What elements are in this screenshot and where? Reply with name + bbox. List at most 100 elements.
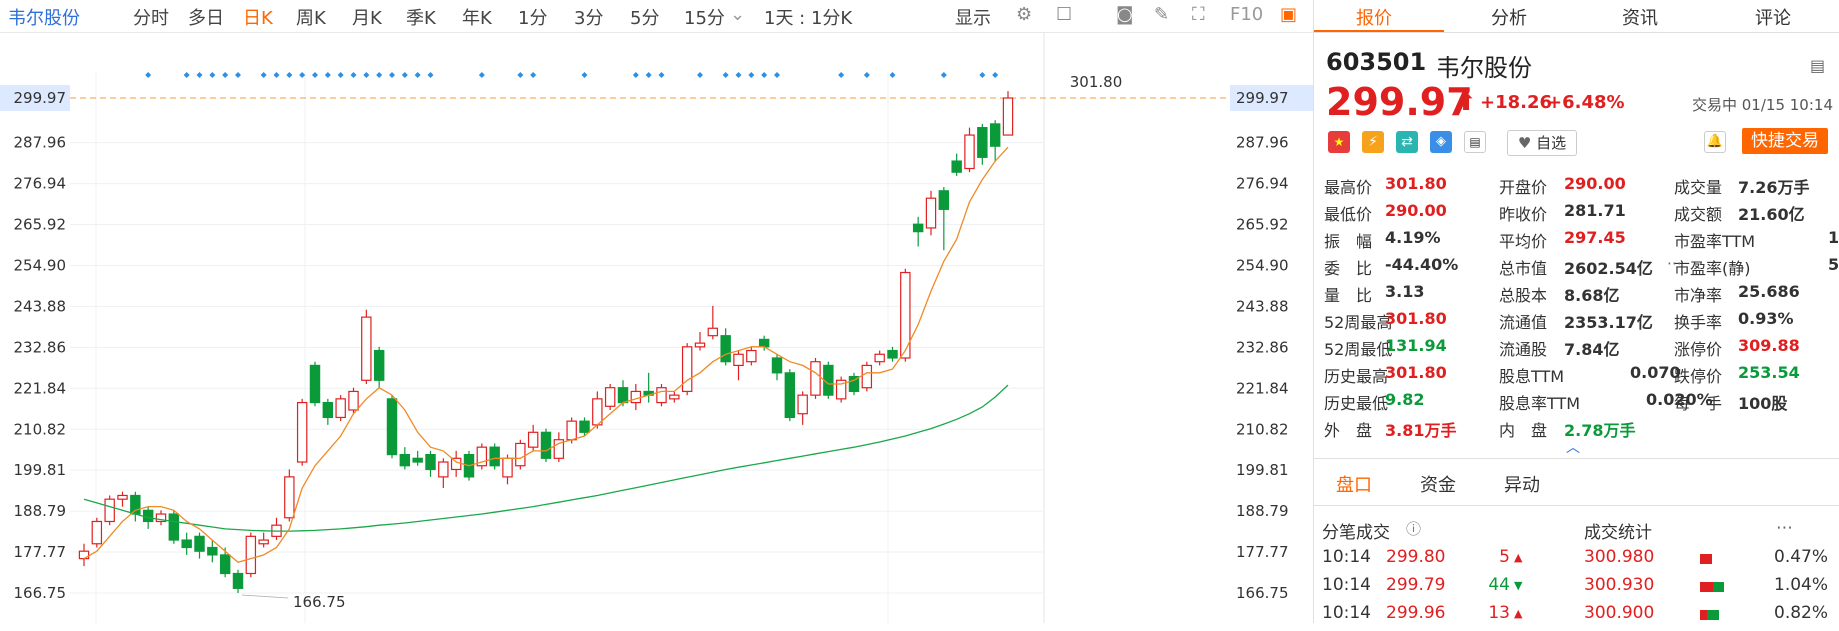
detail-subtabs: 盘口 资金 异动 — [1314, 458, 1839, 506]
undo-icon[interactable]: ↶ — [1231, 40, 1245, 60]
event-marker-icon — [838, 72, 845, 78]
y-tick-label-left: 199.81 — [14, 461, 67, 479]
stat-pct: 0.82% — [1774, 603, 1829, 623]
event-marker-icon — [940, 72, 947, 78]
y-tick-label-right: 177.77 — [1236, 543, 1289, 561]
note-icon[interactable]: ▤ — [1464, 131, 1486, 153]
tab-period-7[interactable]: 1分 — [518, 4, 547, 30]
candle-down — [399, 453, 411, 467]
ticks-title: 分笔成交 — [1322, 523, 1390, 543]
tick-volume: 13 — [1488, 603, 1510, 623]
event-marker-icon — [337, 72, 344, 78]
tab-news[interactable]: 资讯 — [1622, 4, 1658, 30]
tab-period-10[interactable]: 15分 — [684, 4, 725, 30]
field-label: 历史最低 — [1324, 394, 1389, 413]
square-icon[interactable]: ☐ — [1056, 4, 1072, 25]
collapse-icon[interactable]: ▤ — [1810, 56, 1825, 75]
tab-period-8[interactable]: 3分 — [574, 4, 603, 30]
field-value: 100股 — [1738, 394, 1788, 413]
field-value: -44.40% — [1385, 255, 1459, 274]
tab-capital[interactable]: 资金 — [1420, 471, 1456, 497]
low-annotation: 166.75 — [293, 593, 346, 611]
display-menu[interactable]: 显示 — [955, 4, 991, 30]
candle-up — [694, 342, 706, 348]
field-label: 平均价 — [1499, 232, 1548, 251]
stat-bar-buy — [1700, 610, 1707, 620]
settings-gear-icon[interactable]: ⚙ — [1016, 4, 1032, 25]
candle-up — [502, 457, 513, 478]
zoom-out-icon[interactable]: ⊖ — [1256, 40, 1270, 60]
zoom-in-icon[interactable]: ⊕ — [1283, 40, 1297, 60]
event-marker-icon — [363, 72, 370, 78]
tab-period-2[interactable]: 日K — [243, 4, 273, 30]
y-tick-label-right: 287.96 — [1236, 134, 1289, 152]
more-icon[interactable]: ⋯ — [1776, 518, 1793, 538]
field-label: 市盈率(静) — [1674, 259, 1751, 278]
shuffle-icon[interactable]: ⇄ — [1396, 131, 1418, 153]
tick-price: 299.80 — [1386, 547, 1446, 567]
candle-down — [168, 513, 180, 541]
field-value: 2602.54亿 — [1564, 259, 1653, 278]
y-tick-label-right: 254.90 — [1236, 256, 1289, 274]
more-icon[interactable]: ⋯ — [1667, 254, 1682, 272]
stock-code: 603501 — [1326, 48, 1427, 76]
candle-up — [348, 390, 359, 411]
quick-trade-button[interactable]: 快捷交易 — [1742, 128, 1828, 154]
y-tick-label-right: 210.82 — [1236, 420, 1289, 438]
chevron-up-icon[interactable]: ︿ — [1566, 437, 1580, 457]
stock-name-tab[interactable]: 韦尔股份 — [8, 4, 80, 30]
field-value: 25.686 — [1738, 282, 1800, 301]
y-tick-label-left: 221.84 — [14, 379, 67, 397]
bell-icon[interactable]: 🔔 — [1704, 131, 1726, 153]
add-favorite-button[interactable]: ♥ 自选 — [1507, 130, 1577, 156]
tab-period-3[interactable]: 周K — [296, 4, 326, 30]
event-marker-icon — [581, 72, 588, 78]
tab-period-4[interactable]: 月K — [352, 4, 382, 30]
tab-period-1[interactable]: 多日 — [188, 4, 224, 30]
camera-icon[interactable]: ◙ — [1116, 4, 1133, 25]
tag-icon[interactable]: ◈ — [1430, 131, 1452, 153]
stat-price: 300.980 — [1584, 547, 1655, 567]
stat-bar-buy — [1700, 582, 1713, 592]
y-tick-label-right: 166.75 — [1236, 584, 1289, 602]
event-marker-icon — [273, 72, 280, 78]
tab-quote[interactable]: 报价 — [1356, 4, 1392, 30]
up-arrow-icon: ▲ — [322, 42, 331, 55]
tab-analysis[interactable]: 分析 — [1491, 4, 1527, 30]
adjust-select[interactable]: 前复权 — [1156, 40, 1207, 65]
china-flag-icon[interactable]: ★ — [1328, 131, 1350, 153]
ma-label[interactable]: MA — [152, 42, 175, 60]
pen-icon[interactable]: ✎ — [1154, 4, 1169, 25]
field-value: 558.60 — [1828, 255, 1839, 274]
tab-comments[interactable]: 评论 — [1755, 4, 1791, 30]
tab-anomaly[interactable]: 异动 — [1504, 471, 1540, 497]
tab-period-5[interactable]: 季K — [406, 4, 436, 30]
field-label: 量 比 — [1324, 286, 1373, 305]
candle-up — [566, 420, 577, 441]
ma-settings-icon[interactable]: ⚙ — [84, 42, 97, 60]
tick-volume: 5 — [1499, 547, 1510, 567]
quote-panel: 报价 分析 资讯 评论 603501 韦尔股份 ▤ 299.97 ⬆ +18.2… — [1313, 0, 1839, 623]
chevron-down-icon[interactable]: ⌄ — [730, 4, 745, 25]
y-tick-label-left: 210.82 — [14, 420, 67, 438]
panel-toggle-icon[interactable]: ▣ — [1280, 4, 1297, 25]
y-tick-label-left: 254.90 — [14, 256, 67, 274]
close-icon[interactable]: ⊗ — [112, 42, 125, 60]
y-tick-label-left: 188.79 — [14, 502, 67, 520]
tab-orderbook[interactable]: 盘口 — [1336, 471, 1372, 497]
tab-period-6[interactable]: 年K — [462, 4, 492, 30]
event-marker-icon — [389, 72, 395, 78]
lightning-icon[interactable]: ⚡ — [1362, 131, 1384, 153]
interval-select[interactable]: 1天 : 1分K — [764, 4, 852, 30]
event-marker-icon — [222, 72, 229, 78]
f10-button[interactable]: F10 — [1230, 4, 1263, 25]
stat-bar-buy — [1700, 554, 1712, 564]
candle-down — [219, 554, 231, 575]
candle-down — [373, 349, 385, 381]
candle-up — [1002, 97, 1014, 136]
tab-period-0[interactable]: 分时 — [133, 4, 169, 30]
fullscreen-icon[interactable]: ⛶ — [1192, 4, 1205, 25]
y-tick-label-left: 177.77 — [14, 543, 67, 561]
tab-period-9[interactable]: 5分 — [630, 4, 659, 30]
help-icon[interactable]: ⓘ — [1406, 518, 1421, 539]
